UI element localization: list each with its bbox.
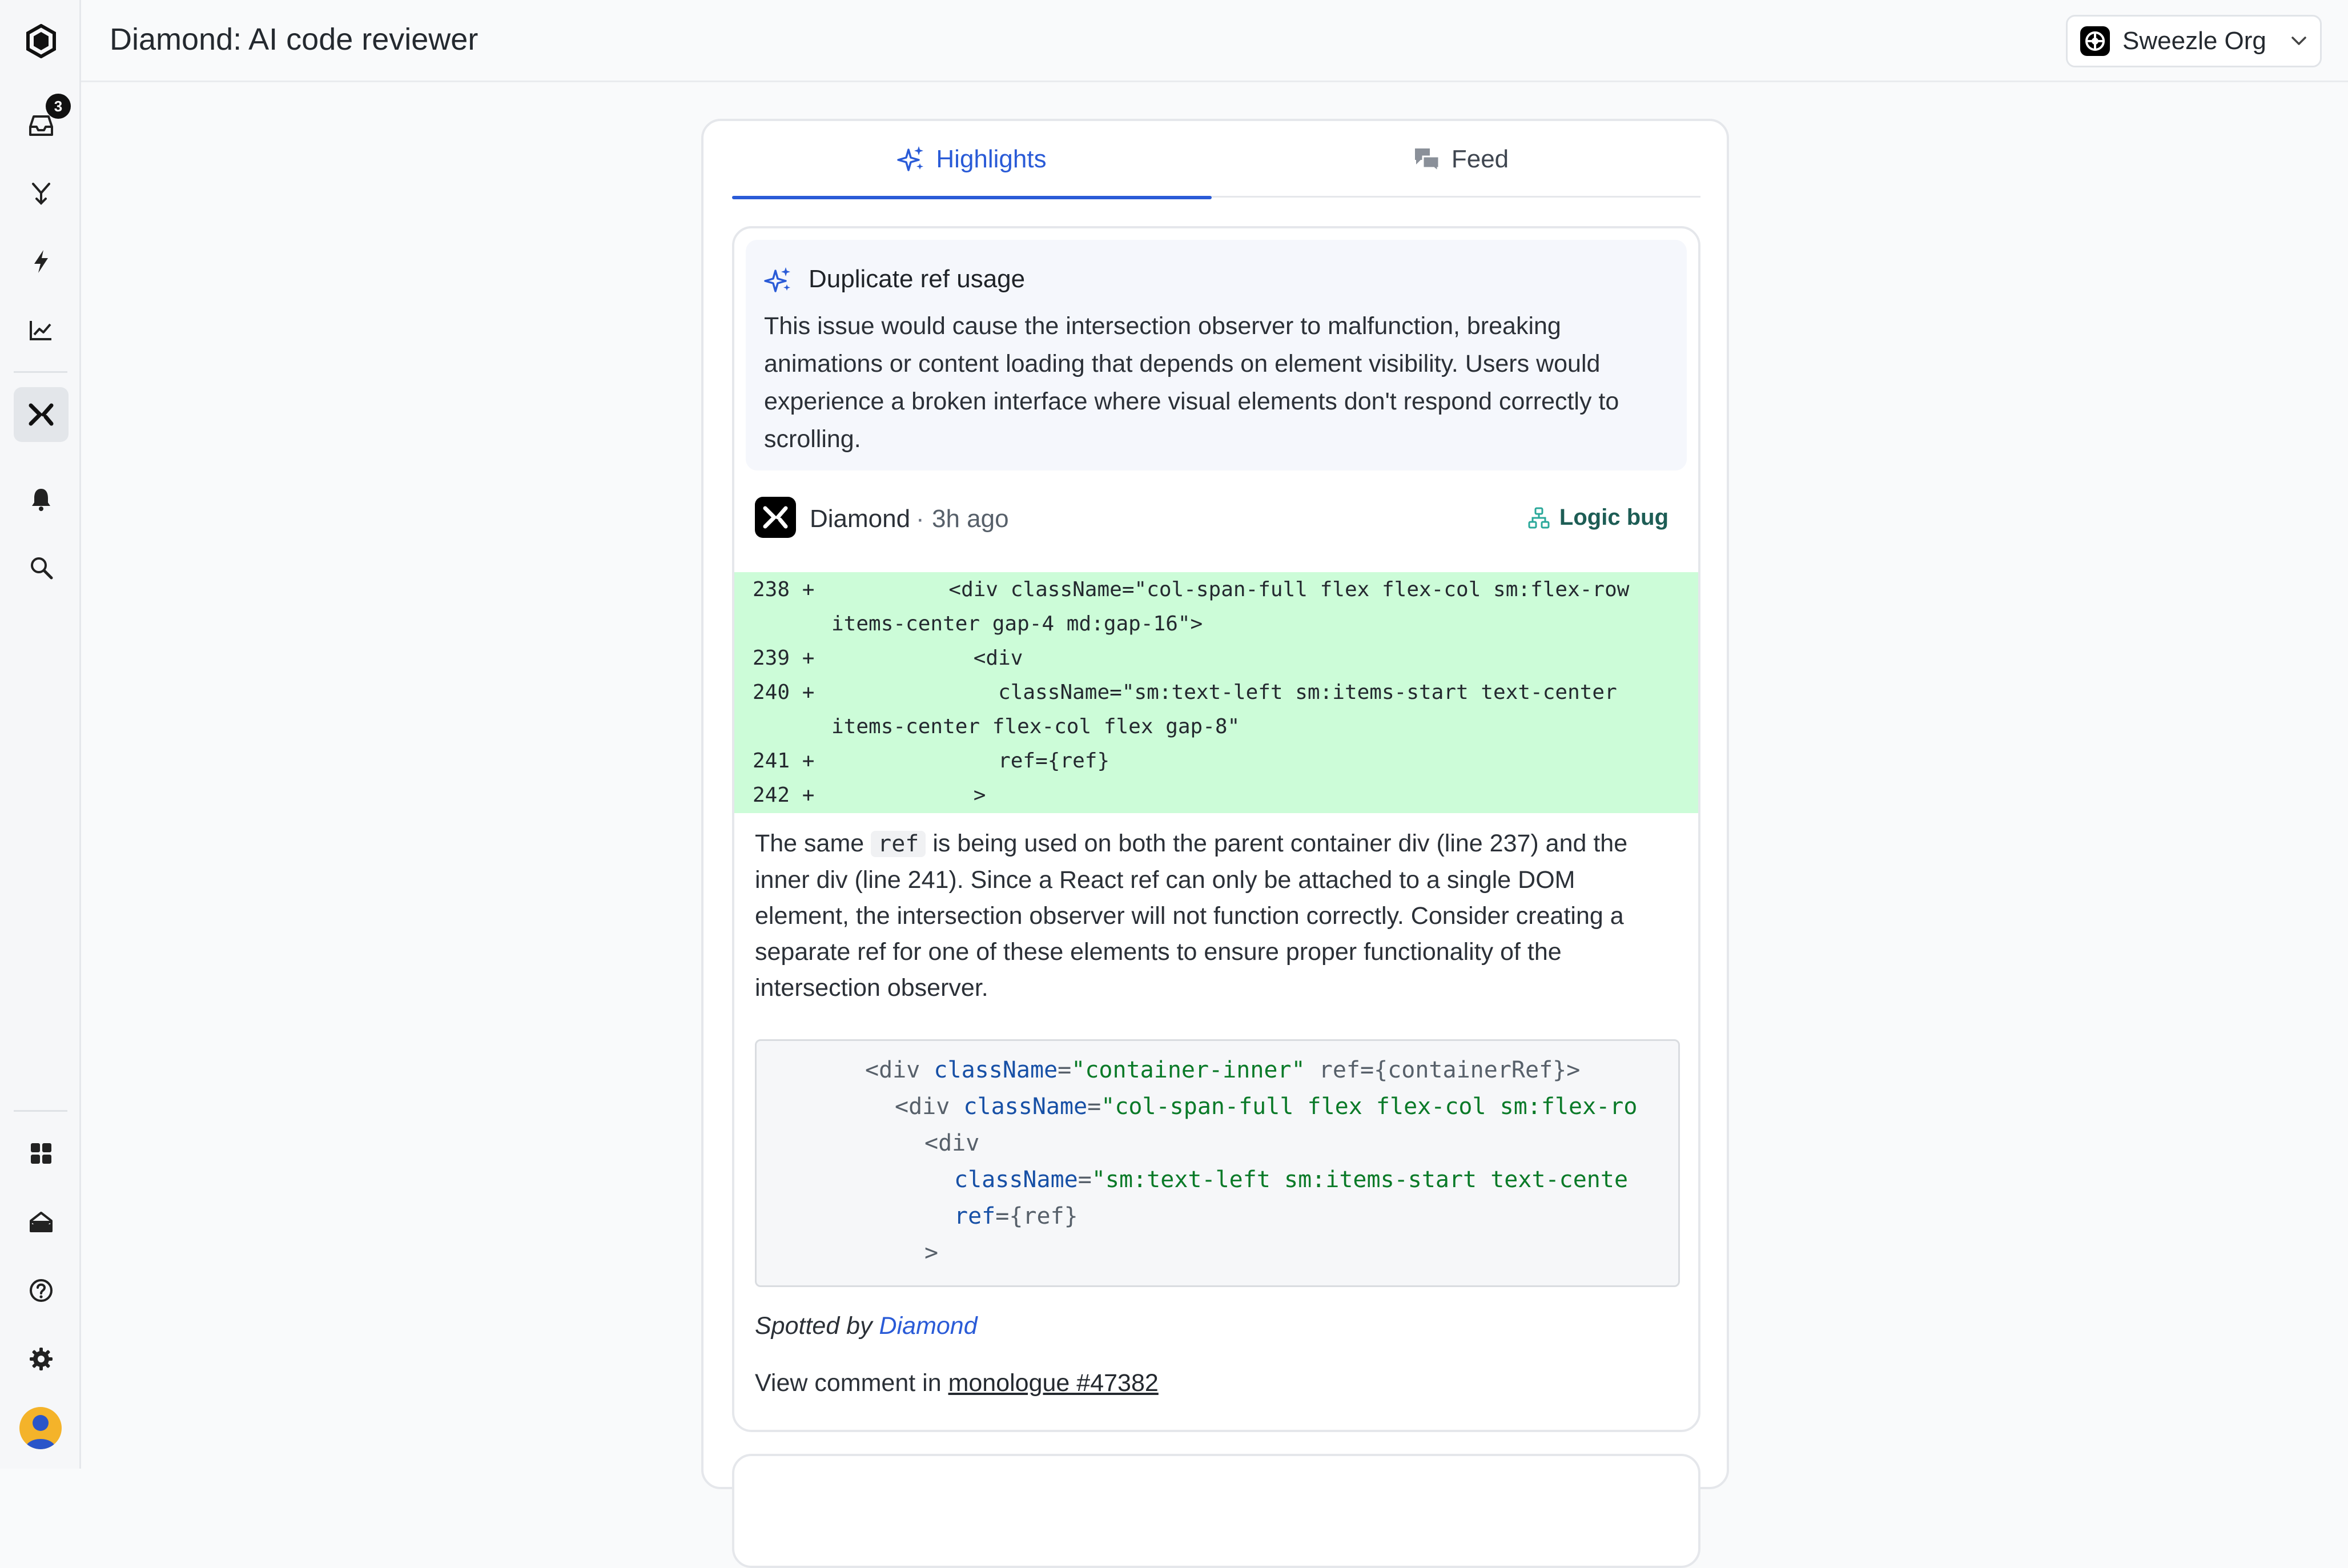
sidebar-divider <box>14 371 67 373</box>
gear-icon <box>30 1348 53 1370</box>
messages-button[interactable] <box>14 1195 69 1249</box>
issue-summary: Duplicate ref usage This issue would cau… <box>746 240 1687 471</box>
settings-button[interactable] <box>14 1332 69 1386</box>
lightning-icon <box>34 250 48 273</box>
notifications-button[interactable] <box>14 472 69 526</box>
insights-button[interactable] <box>14 303 69 357</box>
code-line: className="sm:text-left sm:items-start t… <box>954 1167 1629 1193</box>
diamond-logo-icon <box>755 497 796 538</box>
diff-line: 242 + > <box>753 783 986 807</box>
chat-bubbles-icon <box>1414 148 1440 172</box>
automations-button[interactable] <box>14 234 69 289</box>
diff-line: 241 + ref={ref} <box>753 749 1110 773</box>
code-line: ref={ref} <box>954 1203 1078 1229</box>
comment-time: 3h ago <box>932 505 1009 533</box>
inline-code: ref <box>871 831 926 857</box>
apps-button[interactable] <box>14 1126 69 1181</box>
comment-meta: Diamond · 3h ago Logic bug <box>755 497 1668 538</box>
code-diff: 238 + <div className="col-span-full flex… <box>734 572 1698 813</box>
comment-explanation: The same ref is being used on both the p… <box>755 830 1628 1002</box>
search-icon <box>31 557 53 580</box>
merge-icon <box>32 183 50 205</box>
hierarchy-icon <box>1528 507 1550 528</box>
code-line: > <box>924 1240 939 1266</box>
monologue-link[interactable]: monologue #47382 <box>948 1369 1159 1397</box>
author-name: Diamond <box>810 505 911 533</box>
top-header: Diamond: AI code reviewer Sweezle Org <box>81 0 2348 82</box>
diff-line: 240 + className="sm:text-left sm:items-s… <box>753 681 1617 704</box>
inbox-count-badge: 3 <box>46 94 71 119</box>
bell-icon <box>32 489 50 511</box>
category-tag: Logic bug <box>1527 505 1668 530</box>
diamond-reviewer-button[interactable] <box>14 387 69 442</box>
meta-separator: · <box>916 505 924 533</box>
issue-summary-text: This issue would cause the intersection … <box>764 312 1619 453</box>
issue-title: Duplicate ref usage <box>809 265 1026 293</box>
tab-highlights[interactable]: Highlights <box>732 121 1212 199</box>
sidebar: 3 <box>0 0 81 1469</box>
chart-line-icon <box>30 321 51 340</box>
hexagon-logo-icon <box>26 24 56 58</box>
user-avatar-icon <box>25 1415 56 1449</box>
org-name: Sweezle Org <box>2122 27 2266 55</box>
org-logo-icon <box>2080 26 2110 56</box>
chevron-down-icon <box>2291 37 2306 45</box>
merge-button[interactable] <box>14 166 69 220</box>
sparkles-icon <box>764 267 790 292</box>
view-comment: View comment in monologue #47382 <box>755 1369 1159 1397</box>
page-title: Diamond: AI code reviewer <box>110 22 479 57</box>
code-line: <div className="container-inner" ref={co… <box>865 1057 1581 1083</box>
mail-open-icon <box>30 1212 53 1232</box>
tab-highlights-label: Highlights <box>936 145 1047 173</box>
home-logo-button[interactable] <box>14 14 69 69</box>
suggested-code-block: <div className="container-inner" ref={co… <box>755 1039 1680 1287</box>
code-line: <div <box>924 1130 980 1156</box>
sidebar-divider <box>14 1110 67 1112</box>
diff-line: 239 + <div <box>753 646 1023 670</box>
inbox-icon <box>29 115 53 136</box>
help-icon <box>30 1279 53 1302</box>
tab-feed-label: Feed <box>1451 145 1509 173</box>
help-button[interactable] <box>14 1263 69 1318</box>
spotted-by-link[interactable]: Diamond <box>879 1312 978 1340</box>
tab-bar: Highlights Feed <box>732 121 1700 199</box>
spotted-by: Spotted by Diamond <box>755 1312 978 1340</box>
avatar[interactable] <box>19 1407 62 1449</box>
category-label: Logic bug <box>1559 505 1668 530</box>
diff-line: 238 + <div className="col-span-full flex… <box>753 578 1630 601</box>
org-selector[interactable]: Sweezle Org <box>2066 15 2322 67</box>
code-line: <div className="col-span-full flex flex-… <box>895 1093 1638 1120</box>
tab-feed[interactable]: Feed <box>1221 121 1700 198</box>
sparkles-icon <box>897 146 924 171</box>
next-highlight-card <box>732 1454 1700 1568</box>
search-button[interactable] <box>14 540 69 595</box>
diamond-icon <box>29 403 54 426</box>
grid-icon <box>31 1143 51 1164</box>
highlight-card: Duplicate ref usage This issue would cau… <box>732 226 1700 1432</box>
review-panel: Highlights Feed Duplicate ref usage This… <box>701 119 1729 1568</box>
